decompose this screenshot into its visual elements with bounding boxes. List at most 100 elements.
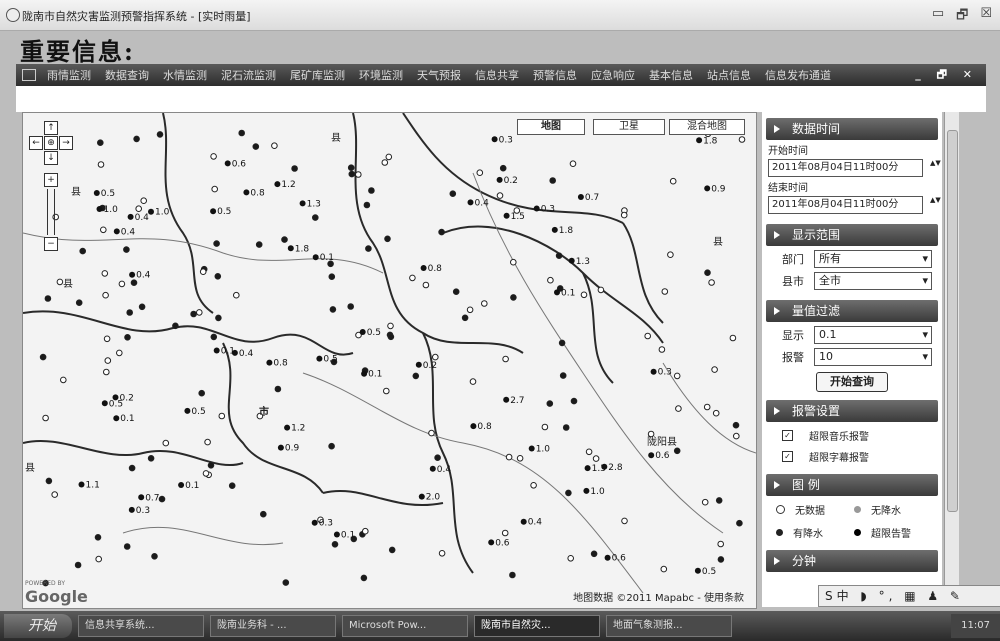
data-time-header[interactable]: 数据时间 <box>766 118 938 140</box>
map-copyright[interactable]: 地图数据 ©2011 Mapabc - 使用条款 <box>573 589 744 604</box>
station-marker-rain <box>151 553 158 560</box>
map-type-satellite-button[interactable]: 卫星 <box>593 119 665 135</box>
menu-station-info[interactable]: 站点信息 <box>700 67 758 83</box>
station-marker-rain <box>93 190 100 196</box>
legend-header[interactable]: 图 例 <box>766 474 938 496</box>
alarm-threshold-select[interactable]: 10 <box>814 348 932 366</box>
menubar-window-controls[interactable]: _ 🗗 ✕ <box>915 66 986 85</box>
start-button[interactable]: 开始 <box>4 614 72 638</box>
rain-value-label: 1.1 <box>86 481 100 491</box>
menu-data-query[interactable]: 数据查询 <box>98 67 156 83</box>
subtitle-alarm-checkbox[interactable]: ✓ <box>782 451 793 462</box>
start-time-field[interactable]: 2011年08月04日11时00分 <box>768 159 938 177</box>
station-marker-rain <box>128 506 135 513</box>
rain-value-label: 1.0 <box>104 205 119 215</box>
station-marker-rain <box>562 424 570 431</box>
home-icon[interactable] <box>22 69 36 81</box>
rain-value-label: 0.1 <box>320 253 334 263</box>
taskbar-item[interactable]: 信息共享系统... <box>78 615 204 637</box>
station-marker-rain <box>509 571 516 579</box>
station-marker-rain <box>467 199 474 206</box>
dept-select[interactable]: 所有 <box>814 250 932 268</box>
station-marker-rain <box>224 160 231 167</box>
rainfall-map[interactable]: 1.8 0.9 2.0 0.8 1.3 2.8 2.7 1.1 0.9 0.5 1.3 1.8 0.5 1… <box>22 112 757 609</box>
station-marker-rain <box>113 228 120 235</box>
station-marker-rain <box>420 265 427 271</box>
station-marker-rain <box>438 228 445 236</box>
station-marker-no-data <box>505 453 513 461</box>
zoom-out-button[interactable]: − <box>44 237 58 251</box>
menu-debris-monitor[interactable]: 泥石流监测 <box>214 67 283 83</box>
pan-left-button[interactable]: ← <box>29 136 43 150</box>
pan-up-button[interactable]: ↑ <box>44 121 58 135</box>
station-marker-rain <box>123 246 130 253</box>
sound-alarm-checkbox[interactable]: ✓ <box>782 430 793 441</box>
menu-response[interactable]: 应急响应 <box>584 67 642 83</box>
show-threshold-select[interactable]: 0.1 <box>814 326 932 344</box>
map-type-map-button[interactable]: 地图 <box>517 119 585 135</box>
county-select[interactable]: 全市 <box>814 272 932 290</box>
menu-info-share[interactable]: 信息共享 <box>468 67 526 83</box>
end-time-field[interactable]: 2011年08月04日11时00分 <box>768 196 938 214</box>
legend-no-data: 无数据 <box>776 502 854 517</box>
threshold-header[interactable]: 量值过滤 <box>766 300 938 322</box>
restore-button[interactable]: 🗗 <box>956 6 968 28</box>
pan-right-button[interactable]: → <box>59 136 73 150</box>
station-marker-no-data <box>501 529 509 537</box>
menu-rain-monitor[interactable]: 雨情监测 <box>40 67 98 83</box>
map-canvas[interactable]: 1.8 0.9 2.0 0.8 1.3 2.8 2.7 1.1 0.9 0.5 1.3 1.8 0.5 1… <box>23 113 756 608</box>
alarm-settings-header[interactable]: 报警设置 <box>766 400 938 422</box>
station-marker-no-data <box>673 372 681 380</box>
close-button[interactable]: ☒ <box>980 6 992 28</box>
station-marker-no-data <box>56 278 64 286</box>
station-marker-rain <box>113 415 120 422</box>
taskbar-item[interactable]: 地面气象测报... <box>606 615 732 637</box>
start-query-button[interactable]: 开始查询 <box>816 372 888 392</box>
menu-weather[interactable]: 天气预报 <box>410 67 468 83</box>
station-marker-rain <box>128 464 136 472</box>
menu-basic-info[interactable]: 基本信息 <box>642 67 700 83</box>
panel-scrollbar[interactable] <box>944 112 959 607</box>
station-marker-rain <box>213 240 220 247</box>
pan-down-button[interactable]: ↓ <box>44 151 58 165</box>
station-marker-no-data <box>60 376 67 384</box>
minimize-button[interactable]: ▭ <box>932 6 944 28</box>
station-marker-rain <box>415 361 422 368</box>
zoom-slider[interactable] <box>47 189 55 235</box>
display-range-header[interactable]: 显示范围 <box>766 224 938 246</box>
station-marker-no-data <box>140 197 147 204</box>
partial-header[interactable]: 分钟 <box>766 550 938 572</box>
zoom-in-button[interactable]: + <box>44 173 58 187</box>
station-marker-no-data <box>675 405 682 412</box>
center-button[interactable]: ⊕ <box>44 136 58 150</box>
taskbar-item[interactable]: 陇南业务科 - ... <box>210 615 336 637</box>
station-marker-rain <box>510 294 517 301</box>
taskbar-item[interactable]: Microsoft Pow... <box>342 615 468 637</box>
station-marker-rain <box>78 481 85 488</box>
station-marker-no-data <box>502 355 509 363</box>
rain-value-label: 0.5 <box>101 189 115 199</box>
menu-tailings-monitor[interactable]: 尾矿库监测 <box>283 67 352 83</box>
rain-value-label: 2.7 <box>510 396 524 406</box>
station-marker-rain <box>210 333 218 341</box>
rain-value-label: 0.1 <box>341 531 355 541</box>
menu-water-monitor[interactable]: 水情监测 <box>156 67 214 83</box>
river-line <box>472 172 724 534</box>
menu-publish[interactable]: 信息发布通道 <box>758 67 838 83</box>
station-marker-rain <box>590 550 598 558</box>
station-marker-no-data <box>218 412 226 420</box>
rain-value-label: 0.3 <box>136 506 150 516</box>
scrollbar-thumb[interactable] <box>947 130 958 512</box>
station-marker-rain <box>604 554 611 561</box>
menu-env-monitor[interactable]: 环境监测 <box>352 67 410 83</box>
rain-value-label: 0.4 <box>136 271 151 281</box>
map-type-hybrid-button[interactable]: 混合地图 <box>669 119 745 135</box>
station-marker-rain <box>704 269 711 276</box>
station-marker-rain <box>127 213 134 220</box>
menu-warning[interactable]: 预警信息 <box>526 67 584 83</box>
ime-toolbar[interactable]: S中 ◗ °, ▦ ♟ ✎ <box>818 585 1000 607</box>
place-label: 县 <box>63 279 73 290</box>
station-marker-rain <box>715 497 723 504</box>
system-tray-clock: 11:07 <box>951 614 1000 638</box>
taskbar-item-active[interactable]: 陇南市自然灾... <box>474 615 600 637</box>
